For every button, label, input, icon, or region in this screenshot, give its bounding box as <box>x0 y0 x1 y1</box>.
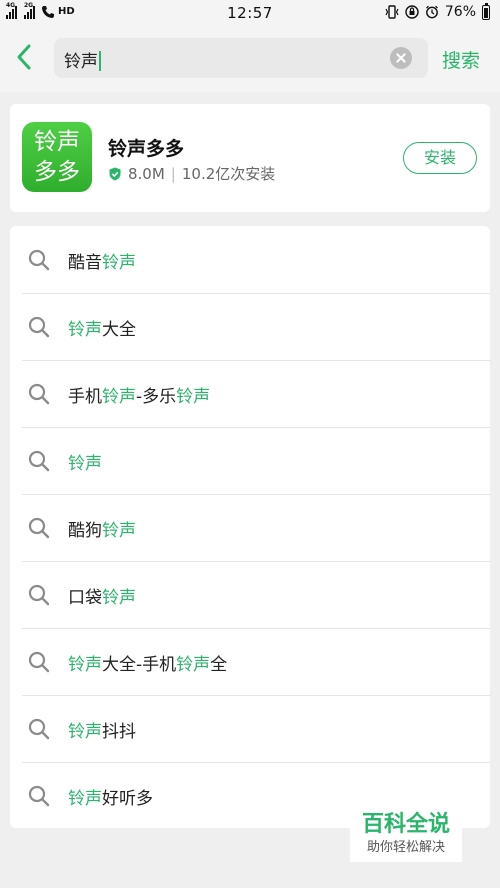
suggestion-row[interactable]: 铃声大全 <box>10 293 490 360</box>
search-input[interactable]: 铃声 <box>54 38 428 78</box>
search-icon <box>27 382 51 406</box>
app-installs: 10.2亿次安装 <box>181 165 276 183</box>
suggestion-part: 酷音 <box>68 253 102 273</box>
suggestion-text: 铃声 <box>68 449 102 474</box>
search-icon <box>27 449 51 473</box>
search-icon <box>27 717 51 741</box>
suggestion-part: 大全-手机 <box>102 655 177 675</box>
suggestion-row[interactable]: 手机铃声-多乐铃声 <box>10 360 490 427</box>
clear-icon[interactable] <box>390 47 412 69</box>
back-arrow-icon[interactable] <box>14 42 36 72</box>
app-result-card[interactable]: 铃声 多多 铃声多多 8.0M | 10.2亿次安装 安装 <box>10 104 490 212</box>
suggestion-highlight: 铃声 <box>68 722 102 742</box>
suggestion-row[interactable]: 酷狗铃声 <box>10 494 490 561</box>
suggestion-text: 铃声好听多 <box>68 784 153 809</box>
suggestion-row[interactable]: 铃声大全-手机铃声全 <box>10 628 490 695</box>
app-meta: 8.0M | 10.2亿次安装 <box>108 163 275 184</box>
suggestion-text: 铃声大全-手机铃声全 <box>68 650 227 675</box>
search-button[interactable]: 搜索 <box>442 46 480 73</box>
suggestion-text: 酷狗铃声 <box>68 516 136 541</box>
suggestion-text: 手机铃声-多乐铃声 <box>68 382 210 407</box>
app-size: 8.0M <box>128 164 165 183</box>
suggestion-highlight: 铃声 <box>176 655 211 675</box>
status-bar: 4G 2G HD 12:57 76% <box>0 0 500 26</box>
suggestion-part: 抖抖 <box>102 722 136 742</box>
install-button[interactable]: 安装 <box>403 142 477 174</box>
verified-shield-icon <box>109 167 121 180</box>
alarm-icon <box>425 5 438 19</box>
search-query-value: 铃声 <box>64 52 98 72</box>
suggestion-highlight: 铃声 <box>102 588 136 608</box>
app-icon[interactable]: 铃声 多多 <box>22 122 92 192</box>
status-right: 76% <box>385 2 490 20</box>
suggestion-part: 好听多 <box>102 789 153 809</box>
suggestion-list: 酷音铃声 铃声大全 手机铃声-多乐铃声 铃声 酷狗铃声 口袋铃声 铃声大全-手机铃声全 铃声抖… <box>10 226 490 828</box>
suggestion-row[interactable]: 口袋铃声 <box>10 561 490 628</box>
search-icon <box>27 784 51 808</box>
suggestion-highlight: 铃声 <box>68 454 102 474</box>
suggestion-highlight: 铃声 <box>102 387 136 407</box>
suggestion-text: 口袋铃声 <box>68 583 136 608</box>
suggestion-part: -多乐 <box>136 387 177 407</box>
app-icon-line-1: 铃声 <box>34 129 80 155</box>
suggestion-row[interactable]: 铃声抖抖 <box>10 695 490 762</box>
suggestion-text: 铃声大全 <box>68 315 136 340</box>
app-name: 铃声多多 <box>108 138 185 160</box>
suggestion-text: 铃声抖抖 <box>68 717 136 742</box>
suggestion-row[interactable]: 铃声 <box>10 427 490 494</box>
vibrate-icon <box>385 5 399 19</box>
search-query-text: 铃声 <box>64 47 101 72</box>
search-icon <box>27 315 51 339</box>
suggestion-part: 口袋 <box>68 588 102 608</box>
text-caret <box>99 51 101 71</box>
search-icon <box>27 650 51 674</box>
watermark-title: 百科全说 <box>361 812 450 837</box>
suggestion-highlight: 铃声 <box>102 521 136 541</box>
suggestion-part: 全 <box>210 655 228 675</box>
search-icon <box>27 248 51 272</box>
watermark-logo: 百科全说 助你轻松解决 <box>350 810 462 862</box>
watermark-subtitle: 助你轻松解决 <box>366 840 445 855</box>
search-header: 铃声 搜索 <box>0 26 500 92</box>
suggestion-highlight: 铃声 <box>68 789 102 809</box>
suggestion-highlight: 铃声 <box>176 387 211 407</box>
suggestion-highlight: 铃声 <box>68 320 102 340</box>
rotation-lock-icon <box>405 5 419 19</box>
app-icon-line-2: 多多 <box>34 159 80 185</box>
suggestion-highlight: 铃声 <box>102 253 136 273</box>
suggestion-part: 酷狗 <box>68 521 102 541</box>
search-icon <box>27 516 51 540</box>
suggestion-part: 大全 <box>102 320 136 340</box>
suggestion-text: 酷音铃声 <box>68 248 136 273</box>
search-icon <box>27 583 51 607</box>
battery-percent: 76% <box>444 4 476 20</box>
suggestion-part: 手机 <box>68 387 102 407</box>
suggestion-highlight: 铃声 <box>68 655 102 675</box>
meta-separator: | <box>170 164 176 183</box>
battery-icon <box>482 2 490 20</box>
suggestion-row[interactable]: 酷音铃声 <box>10 226 490 293</box>
